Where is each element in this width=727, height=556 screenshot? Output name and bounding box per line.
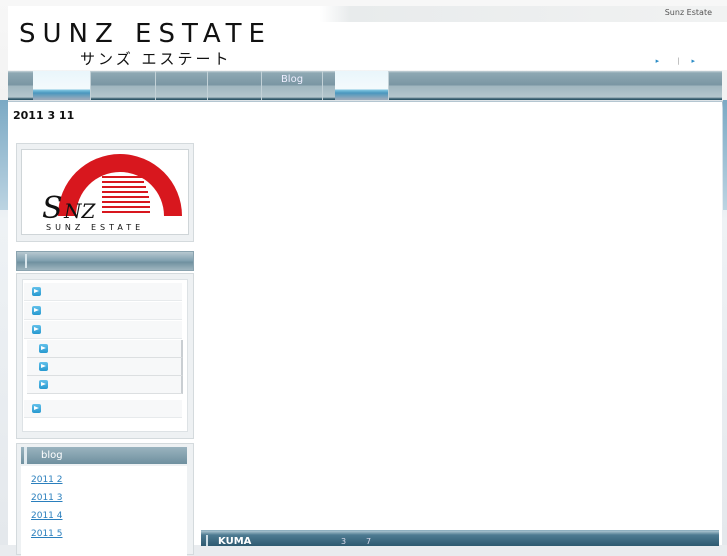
arrow-right-icon bbox=[32, 325, 41, 334]
blog-archive-title: blog bbox=[41, 450, 63, 461]
utility-links: ▸ | ▸ bbox=[644, 57, 713, 65]
logo-caption: SUNZ ESTATE bbox=[46, 223, 144, 232]
arrow-right-icon bbox=[32, 404, 41, 413]
blog-archive-link[interactable]: 2011 5 bbox=[31, 529, 63, 539]
nav-item-4[interactable] bbox=[208, 71, 262, 100]
section-bar-title: KUMA bbox=[218, 536, 252, 547]
utility-link-1[interactable]: ▸ bbox=[644, 57, 678, 65]
arrow-right-icon bbox=[32, 306, 41, 315]
submenu-item-1[interactable] bbox=[27, 340, 183, 358]
site-name-label: Sunz Estate bbox=[664, 8, 712, 17]
blog-archive-link[interactable]: 2011 3 bbox=[31, 493, 63, 503]
company-logo[interactable]: S NZ SUNZ ESTATE bbox=[21, 149, 189, 235]
company-logo-graphic: S NZ SUNZ ESTATE bbox=[42, 154, 182, 232]
utility-link-2[interactable]: ▸ bbox=[679, 57, 713, 65]
sidebar-menu-header bbox=[16, 251, 194, 271]
arrow-right-icon bbox=[32, 287, 41, 296]
submenu-item-2[interactable] bbox=[27, 358, 183, 376]
menu-item-4[interactable] bbox=[24, 400, 182, 418]
blog-archive-link[interactable]: 2011 4 bbox=[31, 511, 63, 521]
nav-item-2[interactable] bbox=[91, 71, 156, 100]
menu-item-3[interactable] bbox=[24, 321, 182, 339]
site-logo-text[interactable]: SUNZ ESTATE bbox=[19, 19, 272, 49]
header-tick bbox=[25, 254, 27, 268]
blog-archive-link[interactable]: 2011 2 bbox=[31, 475, 63, 485]
arrow-right-icon bbox=[39, 344, 48, 353]
background-decoration-left bbox=[0, 100, 8, 210]
date-heading: 2011 3 11 bbox=[13, 109, 75, 122]
menu-item-1[interactable] bbox=[24, 283, 182, 301]
site-logo-subtext: サンズ エステート bbox=[80, 50, 232, 68]
content-section-bar: KUMA 3 7 bbox=[201, 530, 719, 547]
nav-item-3[interactable] bbox=[156, 71, 208, 100]
nav-item-label: Blog bbox=[280, 74, 304, 85]
logo-mark-text-rest: NZ bbox=[63, 199, 97, 223]
arrow-right-icon bbox=[39, 362, 48, 371]
submenu-item-3[interactable] bbox=[27, 376, 183, 394]
nav-item-6[interactable] bbox=[335, 71, 389, 100]
section-bar-tick bbox=[206, 535, 208, 546]
global-navigation: Blog bbox=[8, 71, 722, 100]
nav-item-blog[interactable]: Blog bbox=[262, 71, 323, 100]
menu-item-2[interactable] bbox=[24, 302, 182, 320]
background-decoration-right bbox=[723, 100, 727, 210]
arrow-right-icon bbox=[39, 380, 48, 389]
nav-item-1[interactable] bbox=[33, 71, 91, 100]
logo-mark-text: S bbox=[42, 191, 63, 226]
blog-archive-header: blog bbox=[21, 447, 187, 464]
header-tick bbox=[24, 447, 27, 464]
